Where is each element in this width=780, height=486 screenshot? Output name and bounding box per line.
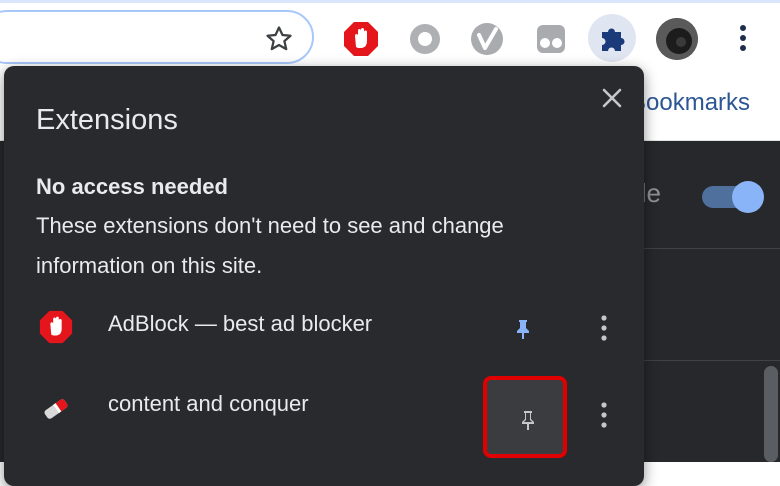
- section-heading: No access needed: [36, 174, 228, 199]
- pinned-icon: [517, 320, 529, 339]
- pin-button-content-and-conquer[interactable]: [483, 376, 567, 458]
- extension-name: content and conquer: [108, 391, 309, 416]
- bookmarks-folder-link[interactable]: Bookmarks: [630, 89, 750, 117]
- adblock-toolbar-icon[interactable]: [342, 20, 380, 58]
- popup-title: Extensions: [36, 104, 178, 136]
- more-options-icon[interactable]: [592, 397, 616, 433]
- section-description: These extensions don't need to see and c…: [36, 213, 504, 278]
- extensions-popup: Extensions No access needed These extens…: [4, 66, 644, 486]
- eraser-icon: [38, 389, 74, 425]
- puzzle-icon: [602, 28, 625, 51]
- page-setting-toggle[interactable]: [702, 181, 764, 213]
- extension-row-adblock[interactable]: AdBlock — best ad blocker: [4, 296, 644, 356]
- page-scrollbar[interactable]: [764, 366, 778, 462]
- extensions-puzzle-button[interactable]: [588, 14, 636, 62]
- toggle-knob: [732, 181, 764, 213]
- browser-menu-icon[interactable]: [733, 22, 753, 54]
- adblock-hand-icon: [38, 309, 74, 345]
- bookmark-star-icon[interactable]: [264, 24, 294, 54]
- close-icon[interactable]: [600, 86, 624, 110]
- unpinned-icon: [522, 411, 534, 430]
- more-options-icon[interactable]: [592, 310, 616, 346]
- checkmark-extension-icon[interactable]: [468, 20, 506, 58]
- profile-avatar[interactable]: [656, 18, 698, 60]
- circle-extension-icon[interactable]: [406, 20, 444, 58]
- extension-row-content-and-conquer[interactable]: content and conquer: [4, 376, 644, 458]
- toolbar-top-edge: [0, 0, 780, 3]
- pin-button-adblock[interactable]: [502, 308, 544, 350]
- extension-name: AdBlock — best ad blocker: [108, 311, 373, 336]
- dual-dot-extension-icon[interactable]: [532, 20, 570, 58]
